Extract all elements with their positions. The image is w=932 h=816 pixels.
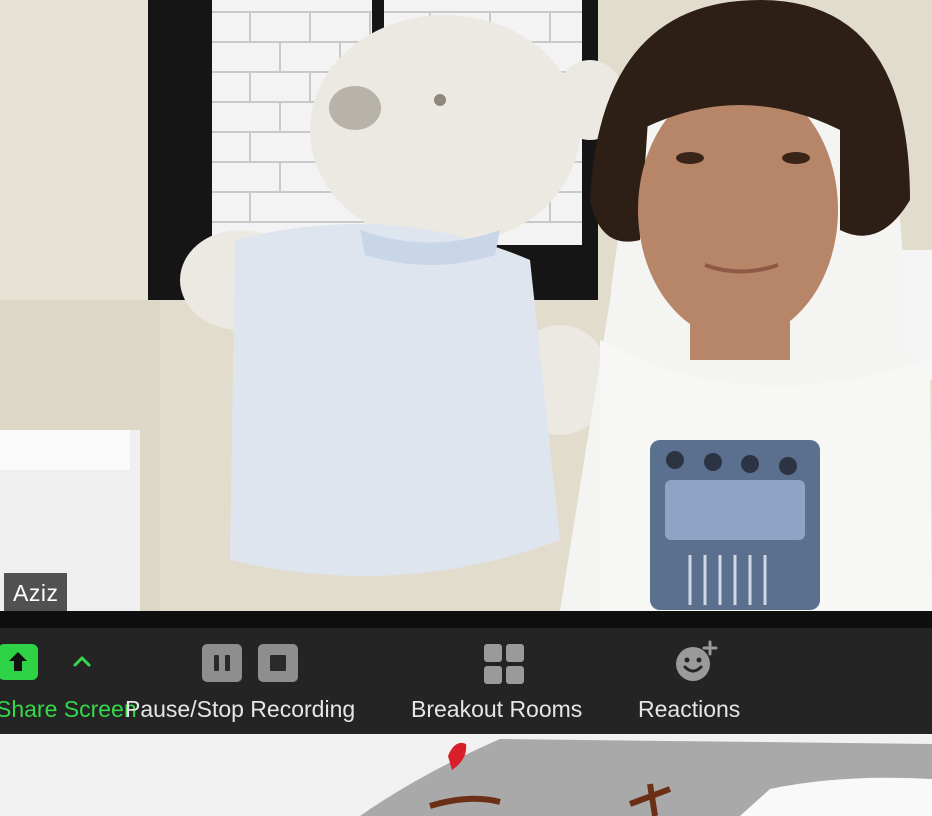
- reactions-label: Reactions: [638, 696, 741, 722]
- smiley-plus-icon: [674, 640, 720, 689]
- share-screen-button[interactable]: Share Screen: [0, 628, 137, 734]
- meeting-toolbar: Share Screen Pause/Stop Recording Breako…: [0, 628, 932, 734]
- stop-icon[interactable]: [258, 644, 298, 682]
- chevron-up-icon[interactable]: [71, 654, 93, 673]
- video-separator: [0, 611, 932, 628]
- pause-icon[interactable]: [202, 644, 242, 682]
- shared-content-area: [0, 734, 932, 816]
- breakout-rooms-label: Breakout Rooms: [411, 696, 583, 722]
- shared-content-image: [0, 734, 932, 816]
- pause-stop-recording-button[interactable]: Pause/Stop Recording: [125, 628, 375, 734]
- pause-stop-recording-label: Pause/Stop Recording: [125, 696, 356, 722]
- video-frame-image: [0, 0, 932, 611]
- participant-video: Aziz: [0, 0, 932, 611]
- share-screen-label: Share Screen: [0, 696, 137, 722]
- grid-squares-icon: [483, 643, 525, 690]
- share-arrow-up-icon: [0, 644, 38, 680]
- participant-name-tag: Aziz: [4, 573, 68, 611]
